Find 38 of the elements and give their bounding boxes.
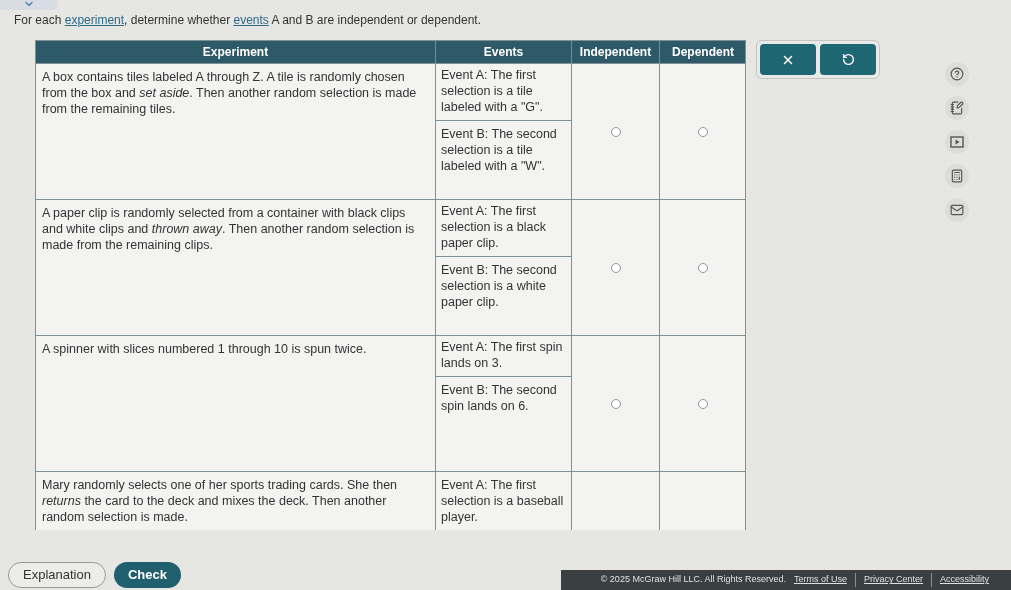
footer-link[interactable]: Accessibility bbox=[940, 573, 989, 587]
column-header: Events bbox=[483, 44, 524, 61]
undo-icon bbox=[841, 53, 855, 66]
video-icon[interactable] bbox=[945, 130, 969, 154]
footer-link[interactable]: Privacy Center bbox=[863, 573, 923, 587]
event-text: Event B: The second selection is a tile labeled with a "W". bbox=[441, 127, 557, 173]
undo-button[interactable] bbox=[820, 44, 876, 75]
event-text: Event A: The first spin lands on 3. bbox=[441, 340, 563, 370]
experiment-description: A spinner with slices numbered 1 through 10 is spun twice. bbox=[42, 342, 367, 356]
footer-link[interactable]: Terms of Use bbox=[793, 573, 847, 587]
experiment-description: A box contains tiles labeled A through Z. A tile is randomly chosen from the box and set aside. Then another random selection is made from the remaining tiles. bbox=[42, 70, 417, 116]
notebook-pen-icon[interactable] bbox=[945, 96, 969, 120]
calculator-icon[interactable] bbox=[945, 164, 969, 188]
glossary-link[interactable]: events bbox=[233, 13, 269, 27]
column-header: Independent bbox=[579, 44, 652, 61]
event-text: Event A: The first selection is a baseball player. bbox=[441, 478, 564, 524]
radio-button[interactable] bbox=[610, 398, 621, 409]
event-text: Event B: The second spin lands on 6. bbox=[441, 383, 557, 413]
event-text: Event B: The second selection is a white paper clip. bbox=[441, 263, 557, 309]
instruction-text: For each experiment, determine whether events A and B are independent or dependent. bbox=[14, 12, 482, 28]
radio-button[interactable] bbox=[698, 126, 708, 137]
experiment-description: Mary randomly selects one of her sports trading cards. She then returns the card to the deck and mixes the deck. Then another random selection is made. bbox=[42, 478, 398, 524]
radio-button[interactable] bbox=[698, 398, 708, 409]
experiment-description: A paper clip is randomly selected from a container with black clips and white clips and thrown away. Then another random selection is made from the remaining clips. bbox=[42, 206, 415, 252]
event-text: Event A: The first selection is a black paper clip. bbox=[441, 204, 546, 250]
explanation-button[interactable]: Explanation bbox=[8, 562, 106, 588]
mail-icon[interactable] bbox=[945, 198, 969, 222]
radio-button[interactable] bbox=[610, 126, 621, 137]
event-text: Event A: The first selection is a tile labeled with a "G". bbox=[441, 68, 543, 114]
help-icon[interactable] bbox=[945, 62, 969, 86]
close-button[interactable] bbox=[760, 44, 816, 75]
copyright-text: © 2025 McGraw Hill LLC. All Rights Reserved. bbox=[600, 573, 786, 587]
column-header: Experiment bbox=[202, 44, 269, 61]
chevron-down-icon[interactable] bbox=[0, 0, 58, 10]
check-button[interactable]: Check bbox=[113, 562, 181, 588]
column-header: Dependent bbox=[672, 44, 734, 61]
radio-button[interactable] bbox=[610, 262, 621, 273]
radio-button[interactable] bbox=[698, 262, 708, 273]
